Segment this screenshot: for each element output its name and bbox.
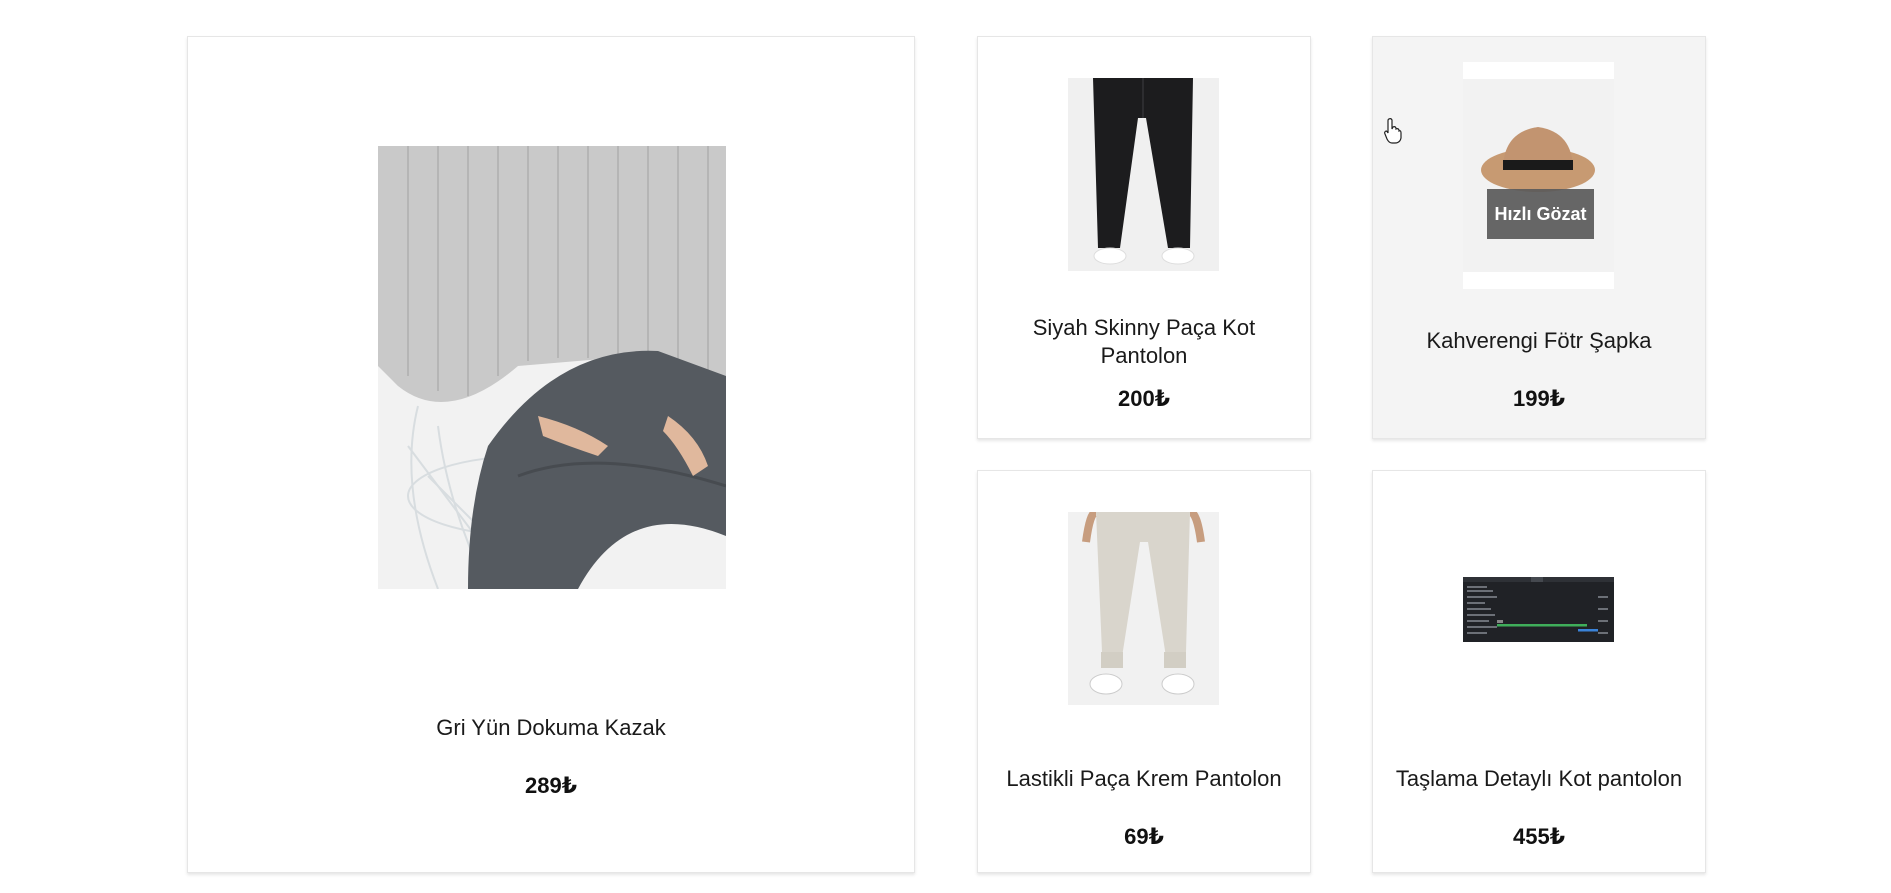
product-price: 199₺ <box>1512 386 1565 411</box>
quick-view-button[interactable]: Hızlı Gözat <box>1487 189 1594 239</box>
product-card-taslama-kot[interactable]: Taşlama Detaylı Kot pantolon 455₺ <box>1372 470 1706 873</box>
product-image-black-jeans[interactable] <box>1068 78 1219 271</box>
product-image-hat[interactable] <box>1463 62 1614 289</box>
product-image-sweater[interactable] <box>378 146 726 589</box>
product-card-krem-pantolon[interactable]: Lastikli Paça Krem Pantolon 69₺ <box>977 470 1311 873</box>
product-price: 69₺ <box>1124 824 1164 849</box>
product-name[interactable]: Kahverengi Fötr Şapka <box>1373 327 1705 355</box>
product-price: 455₺ <box>1512 824 1565 849</box>
product-card-siyah-kot[interactable]: Siyah Skinny Paça Kot Pantolon 200₺ <box>977 36 1311 439</box>
product-name[interactable]: Taşlama Detaylı Kot pantolon <box>1373 765 1705 793</box>
product-card-gri-yun-kazak[interactable]: Gri Yün Dokuma Kazak 289₺ <box>187 36 915 873</box>
product-name[interactable]: Siyah Skinny Paça Kot Pantolon <box>1018 314 1270 370</box>
product-card-kahverengi-sapka[interactable]: Hızlı Gözat Kahverengi Fötr Şapka 199₺ <box>1372 36 1706 439</box>
product-image-cream-pants[interactable] <box>1068 512 1219 705</box>
product-price: 200₺ <box>1117 386 1170 411</box>
product-image-screenshot[interactable] <box>1463 577 1614 642</box>
product-name[interactable]: Gri Yün Dokuma Kazak <box>188 714 914 742</box>
product-price: 289₺ <box>524 773 577 798</box>
product-name[interactable]: Lastikli Paça Krem Pantolon <box>978 765 1310 793</box>
